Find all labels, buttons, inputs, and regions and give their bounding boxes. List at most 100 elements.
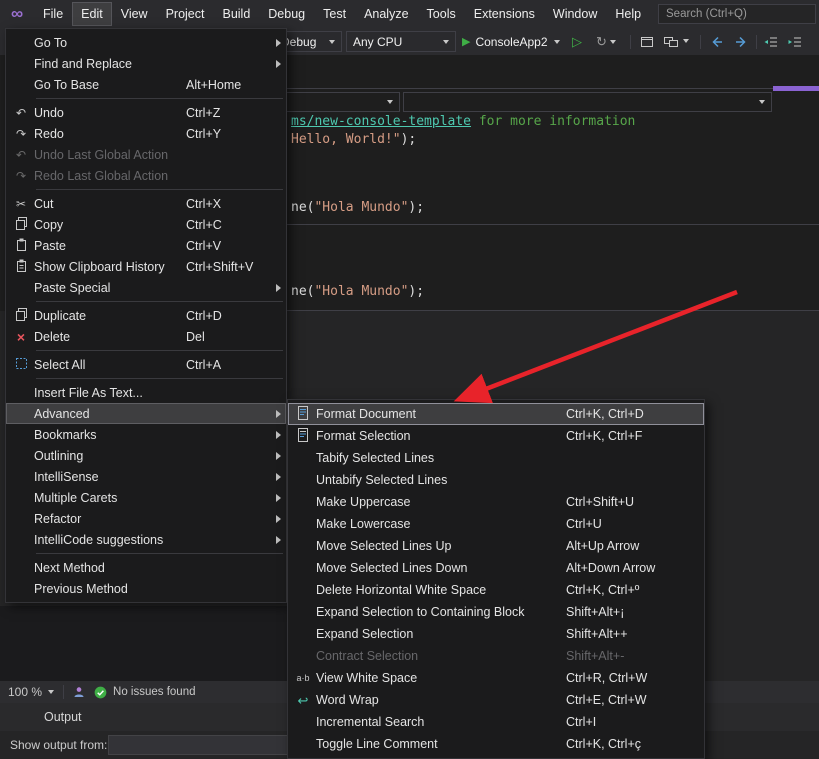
search-input[interactable] bbox=[658, 4, 816, 24]
no-issues-check-icon[interactable] bbox=[94, 686, 107, 699]
submenu-item-make-lowercase[interactable]: Make LowercaseCtrl+U bbox=[288, 513, 704, 535]
window-icon[interactable] bbox=[638, 33, 656, 50]
menu-tools[interactable]: Tools bbox=[418, 2, 465, 26]
increase-indent-icon[interactable] bbox=[786, 33, 804, 50]
code-line-hola-mundo-1: ne("Hola Mundo"); bbox=[291, 200, 424, 215]
edit-menu-dropdown: Go To Find and Replace Go To BaseAlt+Hom… bbox=[5, 28, 287, 603]
menu-item-cut[interactable]: ✂CutCtrl+X bbox=[6, 193, 286, 214]
solution-platform-dropdown[interactable]: Any CPU bbox=[346, 31, 456, 52]
submenu-item-make-uppercase[interactable]: Make UppercaseCtrl+Shift+U bbox=[288, 491, 704, 513]
editor-split-divider[interactable] bbox=[287, 224, 819, 225]
chevron-down-icon[interactable] bbox=[683, 39, 689, 43]
submenu-item-expand-selection[interactable]: Expand SelectionShift+Alt++ bbox=[288, 623, 704, 645]
menu-separator bbox=[36, 350, 283, 351]
menu-test[interactable]: Test bbox=[314, 2, 355, 26]
menu-item-paste-special[interactable]: Paste Special bbox=[6, 277, 286, 298]
submenu-item-toggle-line-comment[interactable]: Toggle Line CommentCtrl+K, Ctrl+ç bbox=[288, 733, 704, 755]
show-output-from-dropdown[interactable] bbox=[108, 735, 293, 755]
chevron-down-icon bbox=[759, 100, 765, 104]
chevron-down-icon bbox=[554, 40, 560, 44]
advanced-submenu: Format DocumentCtrl+K, Ctrl+D Format Sel… bbox=[287, 399, 705, 759]
menu-item-insert-file-as-text[interactable]: Insert File As Text... bbox=[6, 382, 286, 403]
clipboard-history-icon bbox=[8, 259, 34, 274]
undo-icon: ↶ bbox=[8, 107, 34, 119]
menu-item-go-to[interactable]: Go To bbox=[6, 32, 286, 53]
submenu-item-word-wrap[interactable]: ↩Word WrapCtrl+E, Ctrl+W bbox=[288, 689, 704, 711]
decrease-indent-icon[interactable] bbox=[762, 33, 780, 50]
menu-item-find-and-replace[interactable]: Find and Replace bbox=[6, 53, 286, 74]
submenu-item-tabify-selected-lines[interactable]: Tabify Selected Lines bbox=[288, 447, 704, 469]
submenu-item-delete-horizontal-white-space[interactable]: Delete Horizontal White SpaceCtrl+K, Ctr… bbox=[288, 579, 704, 601]
submenu-item-expand-selection-to-containing-block[interactable]: Expand Selection to Containing BlockShif… bbox=[288, 601, 704, 623]
start-without-debugging-button[interactable]: ▷ bbox=[572, 31, 582, 52]
separator bbox=[63, 685, 64, 699]
menu-item-intellicode-suggestions[interactable]: IntelliCode suggestions bbox=[6, 529, 286, 550]
menu-item-bookmarks[interactable]: Bookmarks bbox=[6, 424, 286, 445]
navigation-member-dropdown[interactable] bbox=[403, 92, 772, 112]
menu-item-outlining[interactable]: Outlining bbox=[6, 445, 286, 466]
menu-edit[interactable]: Edit bbox=[72, 2, 112, 26]
menu-item-undo[interactable]: ↶UndoCtrl+Z bbox=[6, 102, 286, 123]
menu-separator bbox=[36, 98, 283, 99]
submenu-item-move-selected-lines-up[interactable]: Move Selected Lines UpAlt+Up Arrow bbox=[288, 535, 704, 557]
toolbar-separator bbox=[700, 35, 701, 49]
menu-item-intellisense[interactable]: IntelliSense bbox=[6, 466, 286, 487]
submenu-item-format-selection[interactable]: Format SelectionCtrl+K, Ctrl+F bbox=[288, 425, 704, 447]
menu-item-delete[interactable]: ×DeleteDel bbox=[6, 326, 286, 347]
menu-item-go-to-base[interactable]: Go To BaseAlt+Home bbox=[6, 74, 286, 95]
menu-analyze[interactable]: Analyze bbox=[355, 2, 417, 26]
person-status-icon[interactable] bbox=[73, 686, 85, 698]
chevron-down-icon[interactable] bbox=[48, 690, 54, 694]
format-selection-icon bbox=[290, 428, 316, 444]
menu-extensions[interactable]: Extensions bbox=[465, 2, 544, 26]
issues-status-label: No issues found bbox=[113, 686, 195, 698]
submenu-item-view-white-space[interactable]: a·bView White SpaceCtrl+R, Ctrl+W bbox=[288, 667, 704, 689]
dual-monitor-icon[interactable] bbox=[662, 33, 680, 50]
toolbar-separator bbox=[630, 35, 631, 49]
submenu-item-format-document[interactable]: Format DocumentCtrl+K, Ctrl+D bbox=[288, 403, 704, 425]
menu-file[interactable]: File bbox=[34, 2, 72, 26]
menu-item-select-all[interactable]: Select AllCtrl+A bbox=[6, 354, 286, 375]
zoom-selector[interactable]: 100 % bbox=[8, 685, 42, 699]
submenu-arrow-icon bbox=[270, 284, 286, 292]
menu-item-show-clipboard-history[interactable]: Show Clipboard HistoryCtrl+Shift+V bbox=[6, 256, 286, 277]
submenu-item-contract-selection: Contract SelectionShift+Alt+- bbox=[288, 645, 704, 667]
submenu-item-move-selected-lines-down[interactable]: Move Selected Lines DownAlt+Down Arrow bbox=[288, 557, 704, 579]
menu-separator bbox=[36, 378, 283, 379]
show-output-from-label: Show output from: bbox=[10, 738, 107, 752]
menu-build[interactable]: Build bbox=[213, 2, 259, 26]
navigate-backward-icon[interactable] bbox=[708, 33, 726, 50]
menu-separator bbox=[36, 189, 283, 190]
navigate-forward-icon[interactable] bbox=[732, 33, 750, 50]
menu-view[interactable]: View bbox=[112, 2, 157, 26]
word-wrap-icon: ↩ bbox=[290, 694, 316, 707]
menu-project[interactable]: Project bbox=[157, 2, 214, 26]
submenu-item-incremental-search[interactable]: Incremental SearchCtrl+I bbox=[288, 711, 704, 733]
delete-x-icon: × bbox=[8, 330, 34, 344]
menu-item-redo[interactable]: ↷RedoCtrl+Y bbox=[6, 123, 286, 144]
refresh-icon: ↻ bbox=[596, 34, 607, 50]
start-debugging-button[interactable]: ▶ ConsoleApp2 bbox=[462, 31, 560, 52]
redo-icon: ↷ bbox=[8, 170, 34, 182]
menu-item-advanced[interactable]: Advanced bbox=[6, 403, 286, 424]
menu-window[interactable]: Window bbox=[544, 2, 606, 26]
chevron-down-icon bbox=[610, 40, 616, 44]
submenu-arrow-icon bbox=[270, 431, 286, 439]
submenu-arrow-icon bbox=[270, 60, 286, 68]
menu-item-refactor[interactable]: Refactor bbox=[6, 508, 286, 529]
menu-item-copy[interactable]: CopyCtrl+C bbox=[6, 214, 286, 235]
menu-help[interactable]: Help bbox=[606, 2, 650, 26]
menu-item-multiple-carets[interactable]: Multiple Carets bbox=[6, 487, 286, 508]
white-space-icon: a·b bbox=[290, 674, 316, 683]
hot-reload-button[interactable]: ↻ bbox=[596, 31, 616, 52]
menu-item-previous-method[interactable]: Previous Method bbox=[6, 578, 286, 599]
menu-item-next-method[interactable]: Next Method bbox=[6, 557, 286, 578]
paste-icon bbox=[8, 238, 34, 253]
menu-debug[interactable]: Debug bbox=[259, 2, 314, 26]
menu-item-undo-last-global-action: ↶Undo Last Global Action bbox=[6, 144, 286, 165]
menu-item-duplicate[interactable]: DuplicateCtrl+D bbox=[6, 305, 286, 326]
purple-indicator-strip bbox=[773, 86, 819, 91]
chevron-down-icon bbox=[443, 40, 449, 44]
submenu-item-untabify-selected-lines[interactable]: Untabify Selected Lines bbox=[288, 469, 704, 491]
menu-item-paste[interactable]: PasteCtrl+V bbox=[6, 235, 286, 256]
